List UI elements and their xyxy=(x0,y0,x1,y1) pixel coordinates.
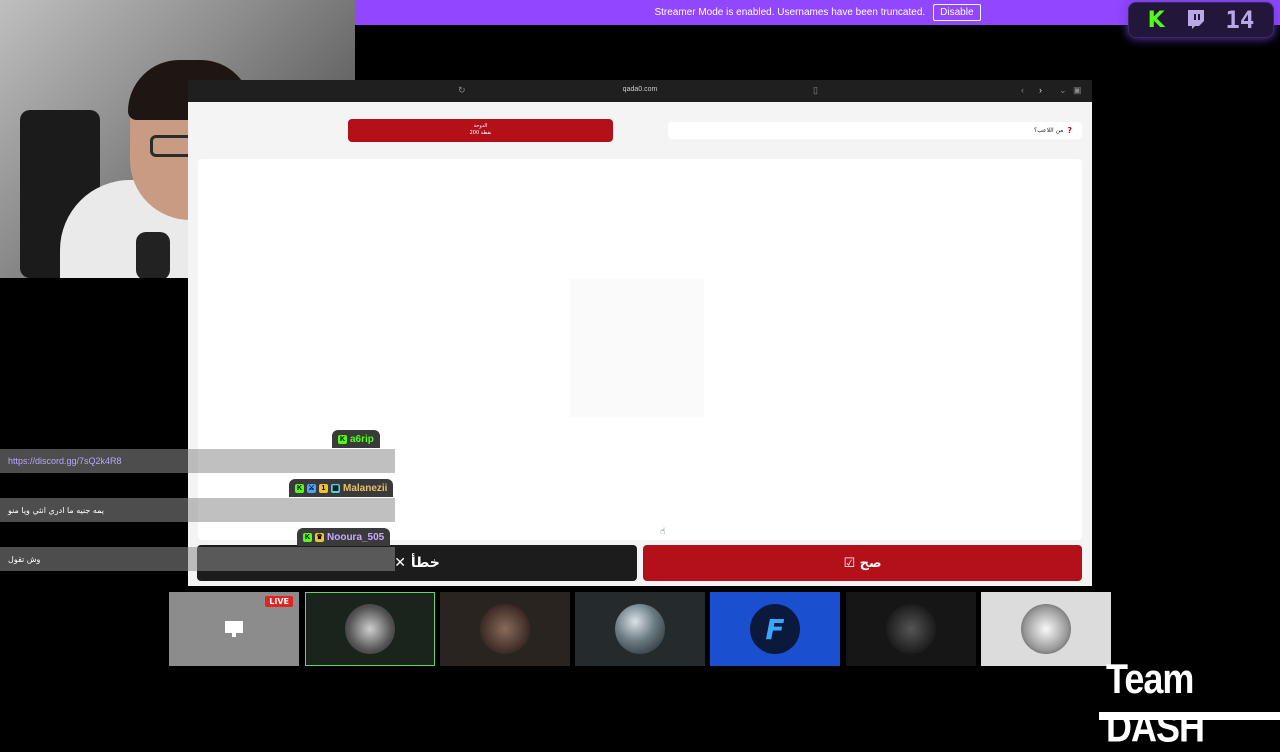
chat-user-name: Nooura_505 xyxy=(327,531,385,543)
avatar xyxy=(615,604,665,654)
chat-text: وش تقول xyxy=(8,554,41,564)
disable-streamer-mode-button[interactable]: Disable xyxy=(933,4,981,21)
stream-thumbnail[interactable] xyxy=(846,592,976,666)
monitor-icon xyxy=(225,621,243,637)
avatar xyxy=(480,604,530,654)
question-bar: من اللاعب؟ ? xyxy=(668,122,1082,139)
sub-badge-icon: 1 xyxy=(319,483,328,493)
chat-link[interactable]: https://discord.gg/7sQ2k4R8 xyxy=(8,456,122,466)
f-logo-icon: F xyxy=(750,604,800,654)
chat-message: https://discord.gg/7sQ2k4R8 xyxy=(0,449,395,473)
avatar xyxy=(345,604,395,654)
sidebar-icon[interactable]: ▣ xyxy=(1073,85,1082,96)
twitch-icon xyxy=(1188,10,1205,29)
chat-message: وش تقول xyxy=(0,547,395,571)
share-icon[interactable]: ▯ xyxy=(813,85,818,96)
stream-thumbnail[interactable] xyxy=(305,592,435,666)
gift-badge-icon: ▦ xyxy=(331,483,340,493)
question-image xyxy=(570,279,704,417)
stream-thumbnail[interactable] xyxy=(575,592,705,666)
stream-thumbnail[interactable] xyxy=(981,592,1111,666)
stream-thumbnail[interactable]: LIVE xyxy=(169,592,299,666)
chat-message: يمه جنيه ما ادري انثي ويا منو xyxy=(0,498,395,522)
chevron-down-icon[interactable]: ⌄ xyxy=(1059,85,1067,96)
forward-icon[interactable]: › xyxy=(1039,85,1042,95)
avatar xyxy=(886,604,936,654)
kick-icon: K xyxy=(1147,7,1165,33)
kick-badge-icon: K xyxy=(303,532,312,542)
sword-badge-icon: ⚔ xyxy=(307,483,316,493)
chat-user-name: Malanezii xyxy=(343,482,388,494)
question-text: من اللاعب؟ xyxy=(1033,127,1064,134)
chat-username: K ♛ Nooura_505 xyxy=(297,528,391,546)
team-logo-underline xyxy=(1099,712,1280,720)
chat-username: K a6rip xyxy=(332,430,380,448)
stream-thumbnail[interactable]: F xyxy=(710,592,840,666)
player-name: الدوحة xyxy=(473,123,488,129)
streamer-mode-message: Streamer Mode is enabled. Usernames have… xyxy=(654,7,926,18)
correct-button[interactable]: ☑ صح xyxy=(643,545,1082,581)
live-badge: LIVE xyxy=(265,596,293,607)
viewer-count: 14 xyxy=(1225,6,1255,34)
address-bar[interactable]: qada0.com xyxy=(188,86,1092,93)
kick-badge-icon: K xyxy=(295,483,304,493)
team-logo: Team DASH xyxy=(1106,655,1205,751)
avatar xyxy=(1021,604,1071,654)
kick-badge-icon: K xyxy=(338,434,347,444)
player-score-card: الدوحة 200 نقطة xyxy=(348,119,613,142)
crown-badge-icon: ♛ xyxy=(315,532,324,542)
chat-username: K ⚔ 1 ▦ Malanezii xyxy=(289,479,394,497)
chat-user-name: a6rip xyxy=(350,433,374,445)
microphone xyxy=(136,232,170,278)
browser-titlebar: ↻ qada0.com ▯ ‹ › ⌄ ▣ xyxy=(188,80,1092,102)
back-icon[interactable]: ‹ xyxy=(1021,85,1024,95)
viewer-count-badge: K 14 xyxy=(1128,2,1274,38)
hand-cursor-icon: ☝ xyxy=(660,527,666,537)
question-icon: ? xyxy=(1067,126,1072,135)
player-points: 200 نقطة xyxy=(469,130,492,136)
stream-thumbnail[interactable] xyxy=(440,592,570,666)
chat-text: يمه جنيه ما ادري انثي ويا منو xyxy=(8,505,104,515)
